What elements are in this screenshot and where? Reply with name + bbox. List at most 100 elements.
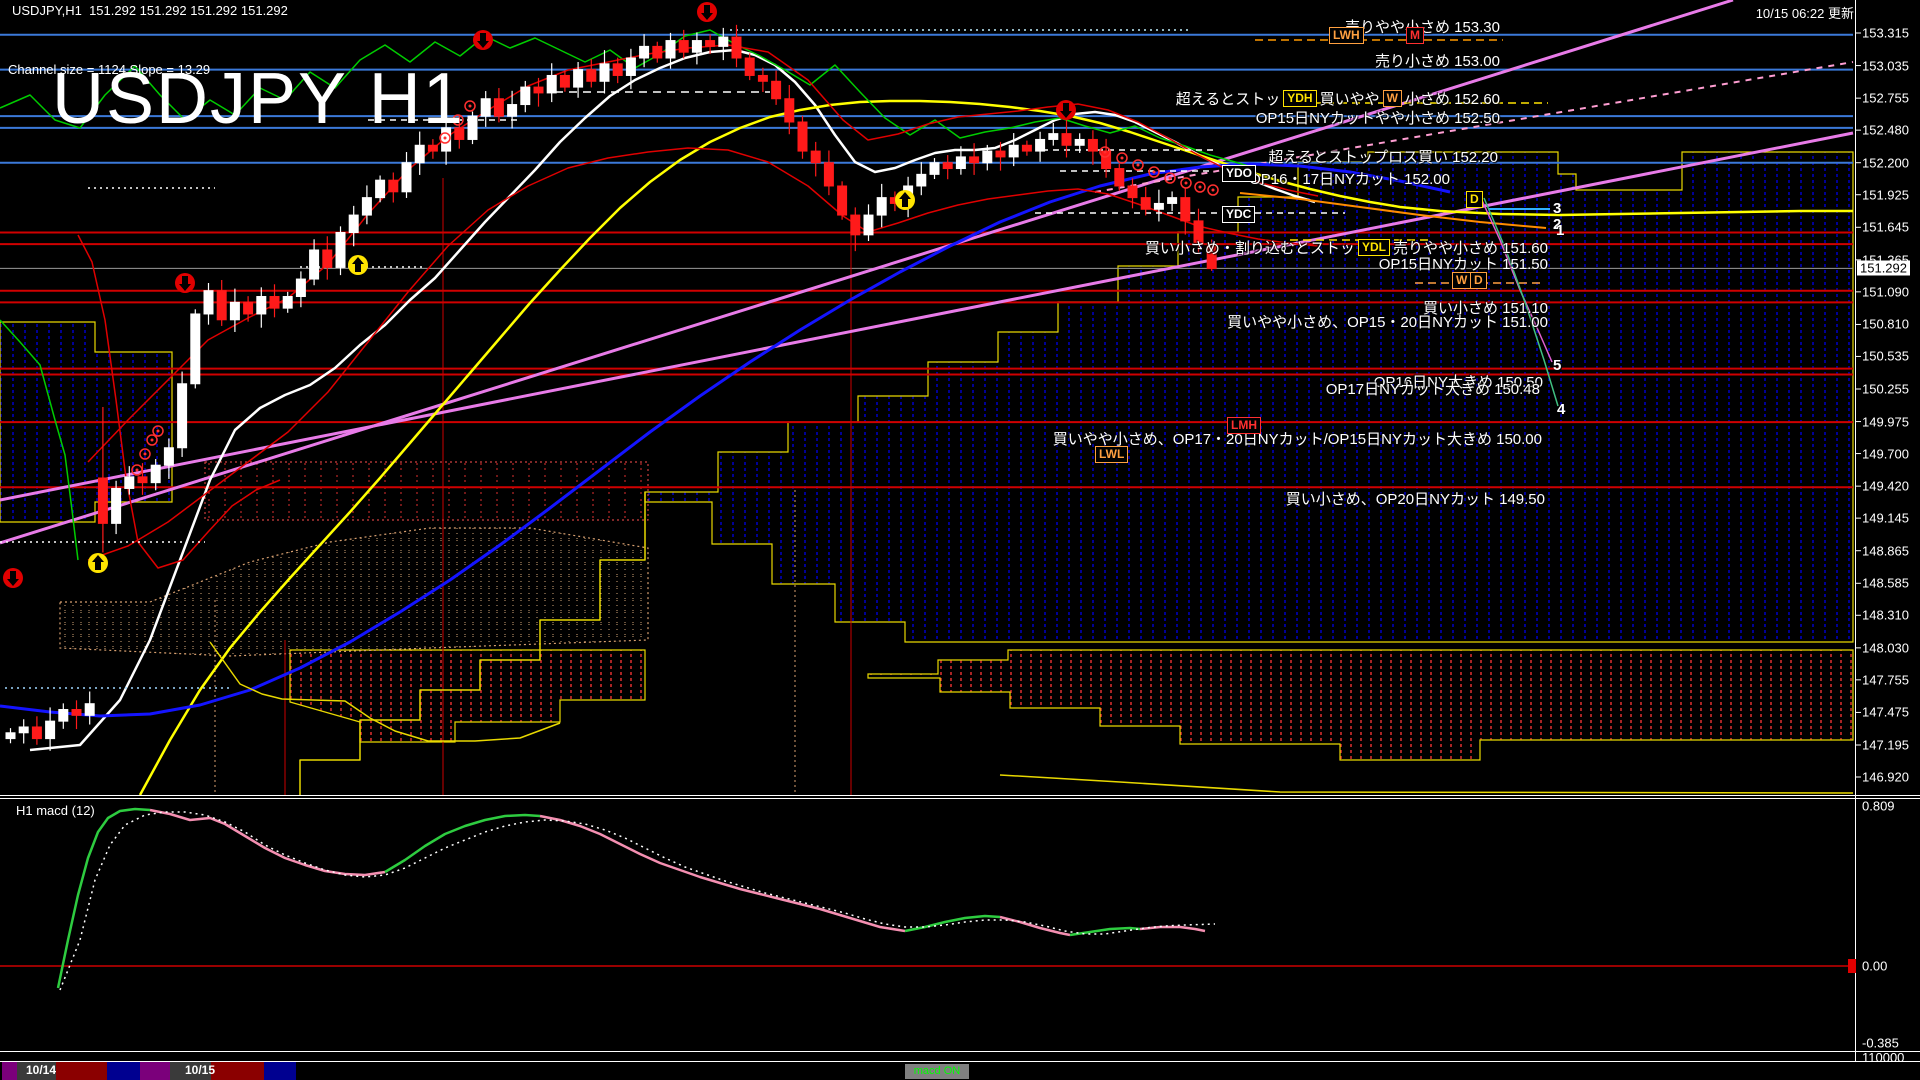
- annotation-text: 買いやや小さめ、OP15・20日NYカット 151.00: [1227, 311, 1548, 332]
- order-annotation: 買いやや小さめ、OP15・20日NYカット 151.00: [1227, 311, 1548, 332]
- price-tick-label: 149.975: [1862, 414, 1909, 429]
- candle-body: [824, 163, 833, 186]
- date-label: 10/15: [185, 1063, 215, 1077]
- annotation-text: 買いやや: [1320, 88, 1380, 109]
- candle-body: [1075, 139, 1084, 145]
- candle-body: [1128, 186, 1137, 198]
- candle-body: [640, 46, 649, 58]
- candle-body: [19, 727, 28, 733]
- swing-dot-icon: [1121, 157, 1124, 160]
- channel-level-number: 4: [1557, 401, 1565, 418]
- candle-body: [785, 99, 794, 122]
- time-axis-segment: [2, 1062, 17, 1080]
- candle-body: [257, 297, 266, 314]
- chart-watermark: USDJPY H1: [52, 58, 465, 140]
- candle-body: [692, 41, 701, 53]
- candle-body: [310, 250, 319, 279]
- time-axis-segment: [56, 1062, 107, 1080]
- swing-dot-icon: [1212, 189, 1215, 192]
- price-tick-label: 147.195: [1862, 738, 1909, 753]
- price-tick-label: 149.420: [1862, 479, 1909, 494]
- candle-body: [46, 721, 55, 738]
- candle-body: [85, 704, 94, 716]
- price-tick-label: 149.700: [1862, 446, 1909, 461]
- big-blue-cloud: [645, 152, 1853, 642]
- price-tick-label: 150.255: [1862, 382, 1909, 397]
- candle-body: [970, 157, 979, 163]
- annotation-text: 売り小さめ 153.00: [1375, 50, 1500, 71]
- candle-body: [178, 384, 187, 448]
- macd-line-segment: [150, 810, 385, 875]
- swing-dot-icon: [469, 105, 472, 108]
- annotation-text: OP15日NYカットやや小さめ 152.50: [1256, 107, 1500, 128]
- candle-body: [600, 64, 609, 81]
- pivot-box-lwh: LWH: [1329, 27, 1364, 44]
- price-tick-label: 149.145: [1862, 511, 1909, 526]
- candle-body: [758, 75, 767, 81]
- macd-toggle-button[interactable]: macd ON: [905, 1064, 969, 1079]
- price-tick-label: 152.200: [1862, 155, 1909, 170]
- candle-body: [851, 215, 860, 235]
- candle-body: [811, 151, 820, 163]
- candle-body: [204, 291, 213, 314]
- macd-line-segment: [1070, 928, 1140, 935]
- candle-body: [323, 250, 332, 267]
- candle-body: [521, 87, 530, 104]
- annotation-text: OP15日NYカット 151.50: [1379, 253, 1548, 274]
- price-chart-canvas[interactable]: [0, 0, 1920, 1080]
- time-axis-segment: [264, 1062, 296, 1080]
- time-axis-segment: [107, 1062, 140, 1080]
- candle-body: [732, 37, 741, 58]
- candle-body: [1141, 198, 1150, 210]
- macd-line-segment: [385, 815, 540, 872]
- price-tick-label: 150.810: [1862, 317, 1909, 332]
- candle-body: [1181, 198, 1190, 221]
- candle-body: [6, 733, 15, 739]
- candle-body: [1154, 203, 1163, 209]
- macd-line-segment: [1000, 917, 1070, 935]
- candle-body: [191, 314, 200, 384]
- annotation-text: 買い小さめ・割り込むとストッ: [1145, 237, 1355, 258]
- candle-body: [349, 215, 358, 232]
- candle-body: [798, 122, 807, 151]
- candle-body: [587, 70, 596, 82]
- candle-body: [679, 41, 688, 53]
- macd-line-segment: [540, 816, 905, 931]
- order-annotation: 買い小さめ、OP20日NYカット 149.50: [1286, 488, 1545, 509]
- candle-body: [389, 180, 398, 192]
- swing-dot-icon: [157, 430, 160, 433]
- candle-body: [745, 58, 754, 75]
- annotation-text: 超えるとストップロス買い 152.20: [1268, 146, 1498, 167]
- channel-level-number: 3: [1553, 200, 1561, 217]
- candle-body: [956, 157, 965, 169]
- candle-body: [508, 105, 517, 117]
- candle-body: [1036, 139, 1045, 151]
- price-tick-label: 152.755: [1862, 91, 1909, 106]
- candle-body: [468, 116, 477, 139]
- candle-body: [415, 145, 424, 162]
- yellow-bottom-tail: [1000, 775, 1853, 793]
- candle-body: [772, 81, 781, 98]
- candle-body: [1062, 134, 1071, 146]
- last-updated-timestamp: 10/15 06:22 更新: [1756, 3, 1854, 22]
- candle-body: [402, 163, 411, 192]
- order-annotation: OP15日NYカット 151.50: [1379, 253, 1548, 274]
- candle-body: [98, 478, 107, 523]
- macd-scale-top: 0.809: [1862, 799, 1895, 814]
- swing-dot-icon: [1169, 177, 1172, 180]
- price-tick-label: 152.480: [1862, 123, 1909, 138]
- red-dotted-band: [205, 462, 648, 520]
- candle-body: [59, 710, 68, 722]
- candle-body: [1022, 145, 1031, 151]
- price-tick-label: 147.755: [1862, 672, 1909, 687]
- candle-body: [653, 46, 662, 58]
- price-tick-label: 151.090: [1862, 284, 1909, 299]
- candle-body: [930, 163, 939, 175]
- annotation-text: 買い小さめ、OP20日NYカット 149.50: [1286, 488, 1545, 509]
- candle-body: [706, 41, 715, 47]
- macd-scale-bottom: -0.385: [1862, 1036, 1899, 1051]
- time-axis-segment: [211, 1062, 264, 1080]
- candle-body: [917, 174, 926, 186]
- price-tick-label: 151.645: [1862, 220, 1909, 235]
- mid-red-cloud: [290, 650, 645, 742]
